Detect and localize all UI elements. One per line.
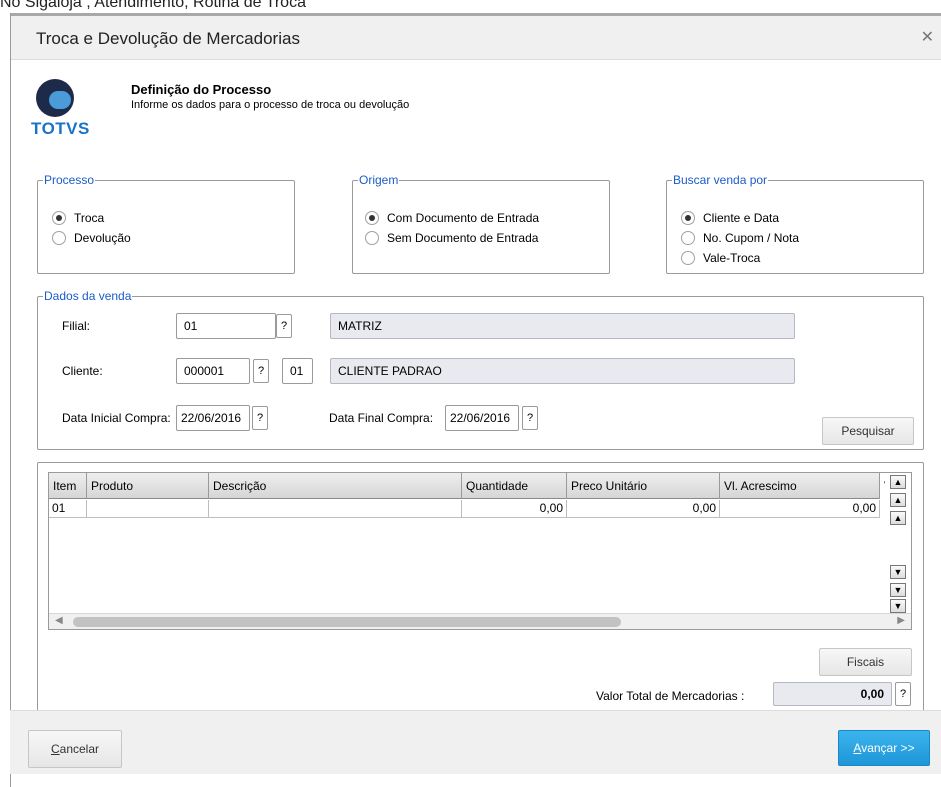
horizontal-scrollbar[interactable]: ◀ ▶ bbox=[49, 613, 911, 629]
total-field: 0,00 bbox=[773, 682, 892, 706]
data-inicial-label: Data Inicial Compra: bbox=[62, 411, 171, 425]
filial-lookup-button[interactable]: ? bbox=[276, 314, 292, 338]
column-header[interactable]: Preco Unitário bbox=[567, 473, 720, 499]
radio-label: Cliente e Data bbox=[703, 211, 780, 225]
vertical-scrollbar[interactable]: ▲ ▲ ▲ ▼ ▼ ▼ bbox=[885, 473, 911, 613]
cell-descricao[interactable] bbox=[209, 500, 462, 518]
horizontal-scroll-thumb[interactable] bbox=[73, 617, 621, 627]
column-header[interactable]: Produto bbox=[87, 473, 209, 499]
radio-troca[interactable]: Troca bbox=[52, 211, 104, 225]
dados-venda-legend: Dados da venda bbox=[43, 289, 133, 303]
buscar-legend: Buscar venda por bbox=[672, 173, 769, 187]
cell-quantidade[interactable]: 0,00 bbox=[462, 500, 567, 518]
cell-preco[interactable]: 0,00 bbox=[567, 500, 720, 518]
radio-indicator[interactable] bbox=[681, 231, 695, 245]
radio-indicator-checked[interactable] bbox=[52, 211, 66, 225]
filial-label: Filial: bbox=[62, 319, 91, 333]
logo-circle-icon bbox=[36, 79, 74, 117]
radio-label: Sem Documento de Entrada bbox=[387, 231, 539, 245]
dados-venda-group: Dados da venda Filial: 01 ? MATRIZ Clien… bbox=[37, 289, 924, 450]
radio-cliente-data[interactable]: Cliente e Data bbox=[681, 211, 779, 225]
column-header[interactable]: Quantidade bbox=[462, 473, 567, 499]
close-icon[interactable]: ✕ bbox=[921, 27, 934, 47]
pesquisar-button[interactable]: Pesquisar bbox=[822, 417, 914, 445]
column-header[interactable]: Descrição bbox=[209, 473, 462, 499]
scroll-page-up-icon[interactable]: ▲ bbox=[890, 493, 906, 507]
total-label: Valor Total de Mercadorias : bbox=[596, 689, 745, 703]
scroll-first-icon[interactable]: ▲ bbox=[890, 475, 906, 489]
loja-field[interactable]: 01 bbox=[282, 358, 313, 384]
radio-indicator[interactable] bbox=[52, 231, 66, 245]
radio-indicator-checked[interactable] bbox=[365, 211, 379, 225]
processo-group: Processo Troca Devolução bbox=[37, 173, 295, 274]
radio-label: Devolução bbox=[74, 231, 131, 245]
processo-legend: Processo bbox=[43, 173, 96, 187]
cliente-field[interactable]: 000001 bbox=[176, 358, 250, 384]
cancel-accel: C bbox=[50, 742, 60, 756]
data-inicial-picker-button[interactable]: ? bbox=[252, 406, 268, 430]
filial-name-field: MATRIZ bbox=[330, 313, 795, 339]
scroll-up-icon[interactable]: ▲ bbox=[890, 511, 906, 525]
data-inicial-field[interactable]: 22/06/2016 bbox=[176, 405, 250, 431]
cell-acrescimo[interactable]: 0,00 bbox=[720, 500, 880, 518]
logo-text: TOTVS bbox=[31, 119, 90, 138]
radio-indicator[interactable] bbox=[681, 251, 695, 265]
cancel-button[interactable]: Cancelar bbox=[28, 730, 122, 768]
step-subtitle: Informe os dados para o processo de troc… bbox=[131, 99, 410, 111]
data-final-field[interactable]: 22/06/2016 bbox=[445, 405, 519, 431]
dialog-titlebar: Troca e Devolução de Mercadorias ✕ bbox=[11, 16, 941, 60]
radio-indicator-checked[interactable] bbox=[681, 211, 695, 225]
scroll-down-icon[interactable]: ▼ bbox=[890, 565, 906, 579]
step-title: Definição do Processo bbox=[131, 82, 272, 97]
radio-devolucao[interactable]: Devolução bbox=[52, 231, 131, 245]
dialog-footer: Cancelar Avançar >> bbox=[10, 710, 941, 774]
radio-vale-troca[interactable]: Vale-Troca bbox=[681, 251, 760, 265]
data-final-label: Data Final Compra: bbox=[329, 411, 434, 425]
next-label: vançar >> bbox=[861, 741, 915, 755]
cell-produto[interactable] bbox=[87, 500, 209, 518]
total-help-button[interactable]: ? bbox=[895, 682, 911, 706]
dialog-title: Troca e Devolução de Mercadorias bbox=[36, 29, 300, 48]
radio-sem-documento[interactable]: Sem Documento de Entrada bbox=[365, 231, 538, 245]
radio-label: No. Cupom / Nota bbox=[703, 231, 800, 245]
radio-label: Com Documento de Entrada bbox=[387, 211, 540, 225]
totvs-logo: TOTVS bbox=[31, 77, 91, 147]
column-header[interactable]: Item bbox=[49, 473, 87, 499]
cancel-label: ancelar bbox=[59, 742, 100, 756]
background-caption: No Sigaloja , Atendimento, Rotina de Tro… bbox=[0, 0, 306, 11]
origem-legend: Origem bbox=[358, 173, 400, 187]
origem-group: Origem Com Documento de Entrada Sem Docu… bbox=[352, 173, 610, 274]
dialog: Troca e Devolução de Mercadorias ✕ TOTVS… bbox=[10, 13, 941, 787]
radio-indicator[interactable] bbox=[365, 231, 379, 245]
column-header[interactable]: Vl. Acrescimo bbox=[720, 473, 880, 499]
filial-field[interactable]: 01 bbox=[176, 313, 276, 339]
buscar-group: Buscar venda por Cliente e Data No. Cupo… bbox=[666, 173, 924, 274]
scroll-page-down-icon[interactable]: ▼ bbox=[890, 583, 906, 597]
radio-label: Vale-Troca bbox=[703, 251, 761, 265]
data-final-picker-button[interactable]: ? bbox=[522, 406, 538, 430]
radio-com-documento[interactable]: Com Documento de Entrada bbox=[365, 211, 539, 225]
fiscais-button[interactable]: Fiscais bbox=[819, 648, 912, 676]
items-grid[interactable]: Item Produto Descrição Quantidade Preco … bbox=[48, 472, 912, 630]
grid-header: Item Produto Descrição Quantidade Preco … bbox=[49, 473, 900, 499]
next-button[interactable]: Avançar >> bbox=[838, 730, 930, 766]
scroll-last-icon[interactable]: ▼ bbox=[890, 599, 906, 613]
cliente-lookup-button[interactable]: ? bbox=[253, 359, 269, 383]
cell-item[interactable]: 01 bbox=[49, 500, 87, 518]
scroll-right-icon[interactable]: ▶ bbox=[897, 615, 905, 626]
radio-label: Troca bbox=[74, 211, 105, 225]
radio-cupom-nota[interactable]: No. Cupom / Nota bbox=[681, 231, 799, 245]
cliente-name-field: CLIENTE PADRAO bbox=[330, 358, 795, 384]
cliente-label: Cliente: bbox=[62, 364, 103, 378]
scroll-left-icon[interactable]: ◀ bbox=[55, 615, 63, 626]
